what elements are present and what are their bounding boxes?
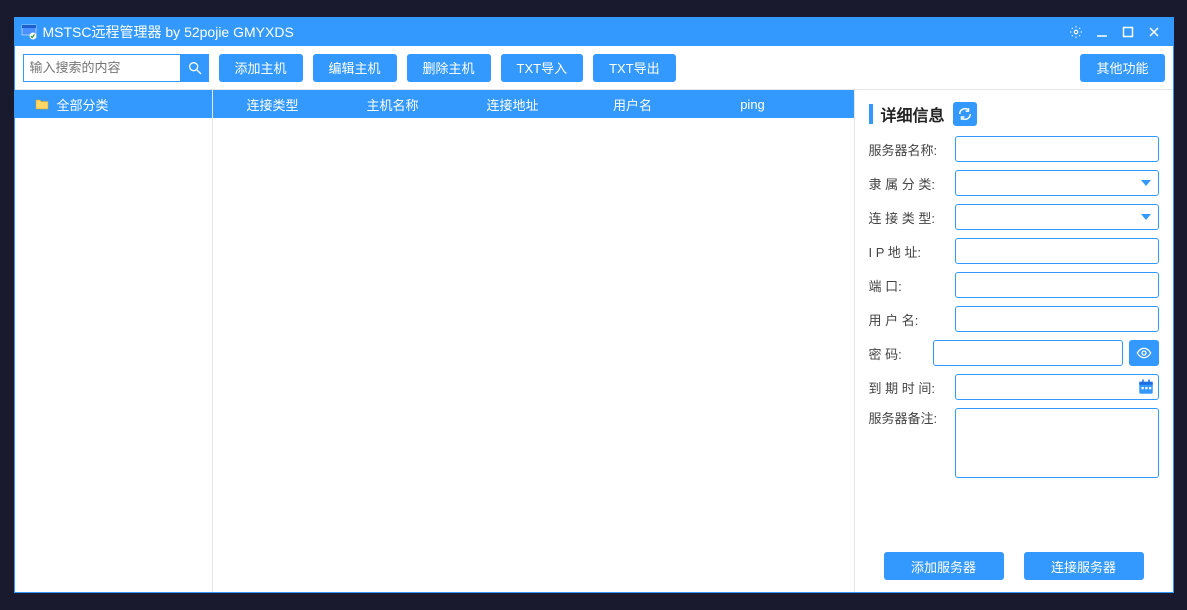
- app-window: MSTSC远程管理器 by 52pojie GMYXDS 添加主机 编辑主机 删…: [14, 17, 1174, 593]
- refresh-button[interactable]: [953, 102, 977, 126]
- delete-host-button[interactable]: 删除主机: [407, 54, 491, 82]
- search-box: [23, 54, 209, 82]
- sidebar: 全部分类: [15, 90, 213, 592]
- txt-export-button[interactable]: TXT导出: [593, 54, 676, 82]
- category-select[interactable]: [955, 170, 1159, 196]
- main-area: 连接类型 主机名称 连接地址 用户名 ping: [213, 90, 855, 592]
- sidebar-item-all[interactable]: 全部分类: [15, 90, 212, 118]
- col-user[interactable]: 用户名: [573, 95, 693, 114]
- port-input[interactable]: [955, 272, 1159, 298]
- col-connect-addr[interactable]: 连接地址: [453, 95, 573, 114]
- ip-input[interactable]: [955, 238, 1159, 264]
- detail-footer: 添加服务器 连接服务器: [869, 542, 1159, 580]
- body: 全部分类 连接类型 主机名称 连接地址 用户名 ping 详细信息: [15, 90, 1173, 592]
- detail-title: 详细信息: [881, 102, 945, 126]
- settings-icon[interactable]: [1063, 18, 1089, 46]
- connect-type-select[interactable]: [955, 204, 1159, 230]
- table-body: [213, 118, 854, 592]
- other-functions-button[interactable]: 其他功能: [1080, 54, 1164, 82]
- folder-icon: [35, 98, 49, 110]
- expire-input[interactable]: [955, 374, 1159, 400]
- connect-server-button[interactable]: 连接服务器: [1024, 552, 1144, 580]
- minimize-icon[interactable]: [1089, 18, 1115, 46]
- maximize-icon[interactable]: [1115, 18, 1141, 46]
- user-input[interactable]: [955, 306, 1159, 332]
- col-host-name[interactable]: 主机名称: [333, 95, 453, 114]
- add-host-button[interactable]: 添加主机: [219, 54, 303, 82]
- label-memo: 服务器备注:: [869, 408, 955, 427]
- label-server-name: 服务器名称:: [869, 140, 955, 159]
- label-password: 密 码:: [869, 344, 933, 363]
- password-input[interactable]: [933, 340, 1123, 366]
- label-user: 用 户 名:: [869, 310, 955, 329]
- txt-import-button[interactable]: TXT导入: [501, 54, 584, 82]
- toolbar: 添加主机 编辑主机 删除主机 TXT导入 TXT导出 其他功能: [15, 46, 1173, 90]
- server-name-input[interactable]: [955, 136, 1159, 162]
- window-title: MSTSC远程管理器 by 52pojie GMYXDS: [43, 22, 294, 42]
- memo-textarea[interactable]: [955, 408, 1159, 478]
- search-button[interactable]: [181, 54, 209, 82]
- sidebar-item-label: 全部分类: [57, 95, 109, 114]
- label-connect-type: 连 接 类 型:: [869, 208, 955, 227]
- col-connect-type[interactable]: 连接类型: [213, 95, 333, 114]
- edit-host-button[interactable]: 编辑主机: [313, 54, 397, 82]
- label-expire: 到 期 时 间:: [869, 378, 955, 397]
- show-password-button[interactable]: [1129, 340, 1159, 366]
- accent-bar: [869, 104, 873, 124]
- add-server-button[interactable]: 添加服务器: [884, 552, 1004, 580]
- label-category: 隶 属 分 类:: [869, 174, 955, 193]
- detail-panel: 详细信息 服务器名称: 隶 属 分 类: 连 接 类 型: I P 地 址:: [855, 90, 1173, 592]
- titlebar: MSTSC远程管理器 by 52pojie GMYXDS: [15, 18, 1173, 46]
- calendar-icon[interactable]: [1137, 378, 1155, 396]
- label-ip: I P 地 址:: [869, 242, 955, 261]
- close-icon[interactable]: [1141, 18, 1167, 46]
- search-input[interactable]: [23, 54, 181, 82]
- app-icon: [21, 24, 37, 40]
- table-header: 连接类型 主机名称 连接地址 用户名 ping: [213, 90, 854, 118]
- detail-header: 详细信息: [869, 102, 1159, 126]
- col-ping[interactable]: ping: [693, 97, 813, 112]
- label-port: 端 口:: [869, 276, 955, 295]
